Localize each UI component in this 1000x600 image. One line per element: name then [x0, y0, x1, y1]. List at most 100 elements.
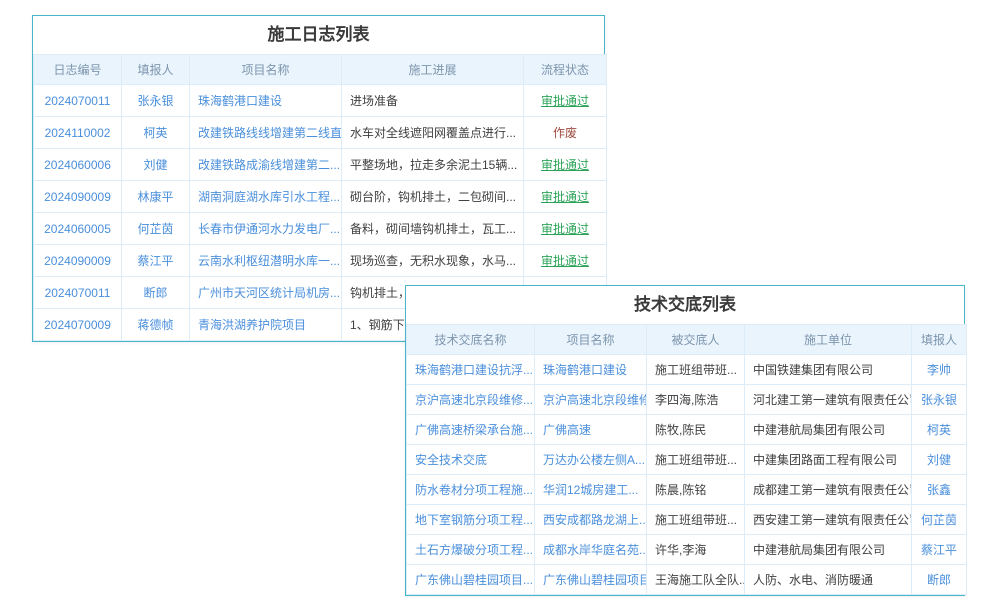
- log-table-header-row: 日志编号填报人项目名称施工进展流程状态: [34, 55, 607, 85]
- log-id-link[interactable]: 2024110002: [34, 117, 122, 149]
- disclosure-name-link[interactable]: 土石方爆破分项工程...: [407, 535, 535, 565]
- disclosure-person-text: 施工班组带班...: [647, 505, 745, 535]
- disclosure-reporter-link[interactable]: 李帅: [912, 355, 967, 385]
- column-header: 项目名称: [190, 55, 342, 85]
- disclosure-unit-text: 河北建工第一建筑有限责任公司: [745, 385, 912, 415]
- log-reporter-link[interactable]: 张永银: [122, 85, 190, 117]
- disclosure-reporter-link[interactable]: 张永银: [912, 385, 967, 415]
- log-project-link[interactable]: 广州市天河区统计局机房...: [190, 277, 342, 309]
- column-header: 被交底人: [647, 325, 745, 355]
- disclosure-name-link[interactable]: 防水卷材分项工程施...: [407, 475, 535, 505]
- log-reporter-link[interactable]: 何芷茵: [122, 213, 190, 245]
- disclosure-project-link[interactable]: 广东佛山碧桂园项目: [535, 565, 647, 595]
- column-header: 项目名称: [535, 325, 647, 355]
- log-status-link[interactable]: 审批通过: [524, 149, 607, 181]
- disclosure-person-text: 陈晨,陈铭: [647, 475, 745, 505]
- log-progress-text: 水车对全线遮阳网覆盖点进行...: [342, 117, 524, 149]
- table-row: 珠海鹤港口建设抗浮...珠海鹤港口建设施工班组带班...中国铁建集团有限公司李帅: [407, 355, 967, 385]
- disclosure-reporter-link[interactable]: 何芷茵: [912, 505, 967, 535]
- log-status-link[interactable]: 审批通过: [524, 213, 607, 245]
- disclosure-unit-text: 中建港航局集团有限公司: [745, 415, 912, 445]
- disclosure-person-text: 施工班组带班...: [647, 355, 745, 385]
- log-project-link[interactable]: 湖南洞庭湖水库引水工程...: [190, 181, 342, 213]
- log-project-link[interactable]: 长春市伊通河水力发电厂...: [190, 213, 342, 245]
- table-row: 广佛高速桥梁承台施...广佛高速陈牧,陈民中建港航局集团有限公司柯英: [407, 415, 967, 445]
- log-progress-text: 进场准备: [342, 85, 524, 117]
- column-header: 流程状态: [524, 55, 607, 85]
- log-id-link[interactable]: 2024070009: [34, 309, 122, 341]
- disclosure-project-link[interactable]: 西安成都路龙湖上...: [535, 505, 647, 535]
- log-id-link[interactable]: 2024070011: [34, 85, 122, 117]
- log-id-link[interactable]: 2024090009: [34, 181, 122, 213]
- log-progress-text: 砌台阶，钩机排土，二包砌间...: [342, 181, 524, 213]
- table-row: 京沪高速北京段维修...京沪高速北京段维修李四海,陈浩河北建工第一建筑有限责任公…: [407, 385, 967, 415]
- column-header: 填报人: [912, 325, 967, 355]
- table-row: 2024090009蔡江平云南水利枢纽潜明水库一...现场巡查，无积水现象，水马…: [34, 245, 607, 277]
- log-id-link[interactable]: 2024060005: [34, 213, 122, 245]
- table-row: 2024060005何芷茵长春市伊通河水力发电厂...备料，砌间墙钩机排土，瓦工…: [34, 213, 607, 245]
- table-row: 2024060006刘健改建铁路成渝线增建第二...平整场地，拉走多余泥土15辆…: [34, 149, 607, 181]
- column-header: 日志编号: [34, 55, 122, 85]
- disclosure-project-link[interactable]: 珠海鹤港口建设: [535, 355, 647, 385]
- log-progress-text: 现场巡查，无积水现象，水马...: [342, 245, 524, 277]
- disclosure-table-header-row: 技术交底名称项目名称被交底人施工单位填报人: [407, 325, 967, 355]
- disclosure-reporter-link[interactable]: 柯英: [912, 415, 967, 445]
- log-project-link[interactable]: 改建铁路成渝线增建第二...: [190, 149, 342, 181]
- disclosure-name-link[interactable]: 地下室钢筋分项工程...: [407, 505, 535, 535]
- log-status-link[interactable]: 审批通过: [524, 245, 607, 277]
- log-project-link[interactable]: 云南水利枢纽潜明水库一...: [190, 245, 342, 277]
- log-id-link[interactable]: 2024070011: [34, 277, 122, 309]
- log-reporter-link[interactable]: 柯英: [122, 117, 190, 149]
- table-row: 土石方爆破分项工程...成都水岸华庭名苑...许华,李海中建港航局集团有限公司蔡…: [407, 535, 967, 565]
- disclosure-reporter-link[interactable]: 断郎: [912, 565, 967, 595]
- column-header: 技术交底名称: [407, 325, 535, 355]
- log-reporter-link[interactable]: 断郎: [122, 277, 190, 309]
- log-panel-title: 施工日志列表: [33, 16, 604, 54]
- disclosure-panel-title: 技术交底列表: [406, 286, 964, 324]
- disclosure-name-link[interactable]: 京沪高速北京段维修...: [407, 385, 535, 415]
- disclosure-person-text: 李四海,陈浩: [647, 385, 745, 415]
- disclosure-reporter-link[interactable]: 刘健: [912, 445, 967, 475]
- disclosure-unit-text: 成都建工第一建筑有限责任公司: [745, 475, 912, 505]
- disclosure-reporter-link[interactable]: 张鑫: [912, 475, 967, 505]
- disclosure-project-link[interactable]: 成都水岸华庭名苑...: [535, 535, 647, 565]
- log-reporter-link[interactable]: 蒋德帧: [122, 309, 190, 341]
- disclosure-name-link[interactable]: 安全技术交底: [407, 445, 535, 475]
- log-status-link: 作废: [524, 117, 607, 149]
- log-project-link[interactable]: 珠海鹤港口建设: [190, 85, 342, 117]
- disclosure-person-text: 施工班组带班...: [647, 445, 745, 475]
- disclosure-unit-text: 中建集团路面工程有限公司: [745, 445, 912, 475]
- technical-disclosure-table: 技术交底名称项目名称被交底人施工单位填报人 珠海鹤港口建设抗浮...珠海鹤港口建…: [406, 324, 967, 595]
- disclosure-project-link[interactable]: 华润12城房建工...: [535, 475, 647, 505]
- disclosure-unit-text: 中建港航局集团有限公司: [745, 535, 912, 565]
- column-header: 填报人: [122, 55, 190, 85]
- disclosure-reporter-link[interactable]: 蔡江平: [912, 535, 967, 565]
- disclosure-name-link[interactable]: 广东佛山碧桂园项目...: [407, 565, 535, 595]
- log-id-link[interactable]: 2024090009: [34, 245, 122, 277]
- log-id-link[interactable]: 2024060006: [34, 149, 122, 181]
- disclosure-table-body: 珠海鹤港口建设抗浮...珠海鹤港口建设施工班组带班...中国铁建集团有限公司李帅…: [407, 355, 967, 595]
- disclosure-unit-text: 中国铁建集团有限公司: [745, 355, 912, 385]
- table-row: 广东佛山碧桂园项目...广东佛山碧桂园项目王海施工队全队...人防、水电、消防暖…: [407, 565, 967, 595]
- log-status-link[interactable]: 审批通过: [524, 181, 607, 213]
- disclosure-project-link[interactable]: 万达办公楼左侧A...: [535, 445, 647, 475]
- column-header: 施工单位: [745, 325, 912, 355]
- column-header: 施工进展: [342, 55, 524, 85]
- log-reporter-link[interactable]: 刘健: [122, 149, 190, 181]
- log-reporter-link[interactable]: 林康平: [122, 181, 190, 213]
- disclosure-project-link[interactable]: 京沪高速北京段维修: [535, 385, 647, 415]
- disclosure-person-text: 陈牧,陈民: [647, 415, 745, 445]
- disclosure-unit-text: 西安建工第一建筑有限责任公司: [745, 505, 912, 535]
- disclosure-name-link[interactable]: 珠海鹤港口建设抗浮...: [407, 355, 535, 385]
- table-row: 2024070011张永银珠海鹤港口建设进场准备审批通过: [34, 85, 607, 117]
- log-status-link[interactable]: 审批通过: [524, 85, 607, 117]
- disclosure-project-link[interactable]: 广佛高速: [535, 415, 647, 445]
- log-reporter-link[interactable]: 蔡江平: [122, 245, 190, 277]
- disclosure-name-link[interactable]: 广佛高速桥梁承台施...: [407, 415, 535, 445]
- log-project-link[interactable]: 青海洪湖养护院项目: [190, 309, 342, 341]
- technical-disclosure-panel: 技术交底列表 技术交底名称项目名称被交底人施工单位填报人 珠海鹤港口建设抗浮..…: [405, 285, 965, 596]
- disclosure-unit-text: 人防、水电、消防暖通: [745, 565, 912, 595]
- table-row: 地下室钢筋分项工程...西安成都路龙湖上...施工班组带班...西安建工第一建筑…: [407, 505, 967, 535]
- disclosure-person-text: 王海施工队全队...: [647, 565, 745, 595]
- log-project-link[interactable]: 改建铁路线线增建第二线直...: [190, 117, 342, 149]
